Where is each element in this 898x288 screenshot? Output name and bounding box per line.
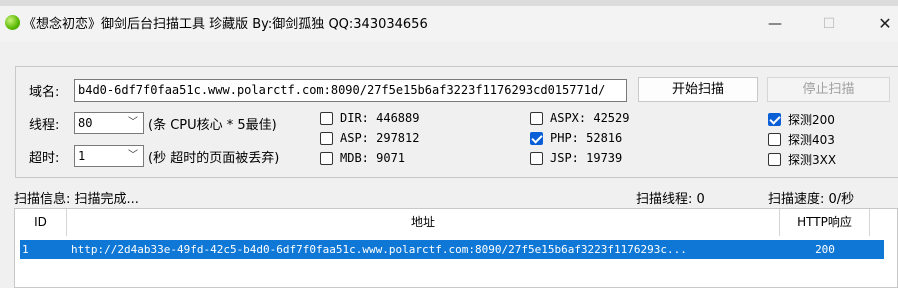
timeout-select[interactable]: 1 ﹀ xyxy=(74,145,144,167)
maximize-button[interactable]: ☐ xyxy=(806,8,852,40)
dict-aspx-checkbox[interactable]: ASPX: 42529 xyxy=(530,111,629,125)
scan-speed-status: 扫描速度: 0/秒 xyxy=(768,192,855,207)
checkbox-box-checked xyxy=(768,113,781,126)
probe-3xx-checkbox[interactable]: 探测3XX xyxy=(768,151,836,168)
chevron-down-icon: ﹀ xyxy=(128,117,138,128)
scan-info-status: 扫描信息: 扫描完成... xyxy=(14,192,139,207)
probe-403-checkbox[interactable]: 探测403 xyxy=(768,131,835,148)
dict-mdb-label: MDB: 9071 xyxy=(340,151,406,165)
dict-asp-checkbox[interactable]: ASP: 297812 xyxy=(320,131,419,145)
checkbox-box-checked xyxy=(530,131,543,145)
checkbox-box xyxy=(768,153,781,166)
threads-value: 80 xyxy=(78,116,93,130)
results-table: ID 地址 HTTP响应 1 http://2d4ab33e-49fd-42c5… xyxy=(14,208,898,288)
dict-asp-label: ASP: 297812 xyxy=(340,131,420,145)
dict-aspx-label: ASPX: 42529 xyxy=(550,111,630,125)
checkbox-box xyxy=(320,131,333,145)
app-icon xyxy=(5,15,20,30)
dict-jsp-checkbox[interactable]: JSP: 19739 xyxy=(530,151,622,165)
dict-dir-checkbox[interactable]: DIR: 446889 xyxy=(320,111,419,125)
row-address: http://2d4ab33e-49fd-42c5-b4d0-6df7f0faa… xyxy=(71,243,687,256)
row-id: 1 xyxy=(22,243,29,256)
dict-mdb-checkbox[interactable]: MDB: 9071 xyxy=(320,151,405,165)
timeout-hint: (秒 超时的页面被丢弃) xyxy=(148,151,280,166)
window-title: 《想念初恋》御剑后台扫描工具 珍藏版 By:御剑孤独 QQ:343034656 xyxy=(23,17,428,32)
minimize-button[interactable]: — xyxy=(752,8,798,40)
checkbox-box xyxy=(530,111,543,125)
domain-input[interactable]: b4d0-6df7f0faa51c.www.polarctf.com:8090/… xyxy=(74,79,627,102)
domain-label: 域名: xyxy=(29,85,60,100)
probe-200-label: 探测200 xyxy=(788,113,835,127)
checkbox-box xyxy=(530,151,543,165)
probe-200-checkbox[interactable]: 探测200 xyxy=(768,111,835,128)
dict-php-label: PHP: 52816 xyxy=(550,131,623,145)
start-scan-button[interactable]: 开始扫描 xyxy=(638,77,758,102)
timeout-label: 超时: xyxy=(29,151,60,166)
dict-dir-label: DIR: 446889 xyxy=(340,111,420,125)
column-header-id[interactable]: ID xyxy=(15,209,67,236)
stop-scan-button[interactable]: 停止扫描 xyxy=(767,77,890,102)
threads-select[interactable]: 80 ﹀ xyxy=(74,112,144,134)
column-header-address[interactable]: 地址 xyxy=(67,209,780,236)
probe-403-label: 探测403 xyxy=(788,133,835,147)
row-http-status: 200 xyxy=(815,243,835,256)
checkbox-box xyxy=(768,133,781,146)
column-header-http[interactable]: HTTP响应 xyxy=(780,209,870,236)
timeout-value: 1 xyxy=(78,149,86,163)
checkbox-box xyxy=(320,151,333,165)
dict-php-checkbox[interactable]: PHP: 52816 xyxy=(530,131,622,145)
scan-threads-status: 扫描线程: 0 xyxy=(636,192,705,207)
close-button[interactable]: ✕ xyxy=(862,8,898,40)
chevron-down-icon: ﹀ xyxy=(128,150,138,161)
threads-label: 线程: xyxy=(29,118,60,133)
checkbox-box xyxy=(320,111,333,125)
dict-jsp-label: JSP: 19739 xyxy=(550,151,623,165)
probe-3xx-label: 探测3XX xyxy=(788,153,837,167)
table-row[interactable]: 1 http://2d4ab33e-49fd-42c5-b4d0-6df7f0f… xyxy=(20,240,884,259)
threads-hint: (条 CPU核心 * 5最佳) xyxy=(148,118,277,133)
